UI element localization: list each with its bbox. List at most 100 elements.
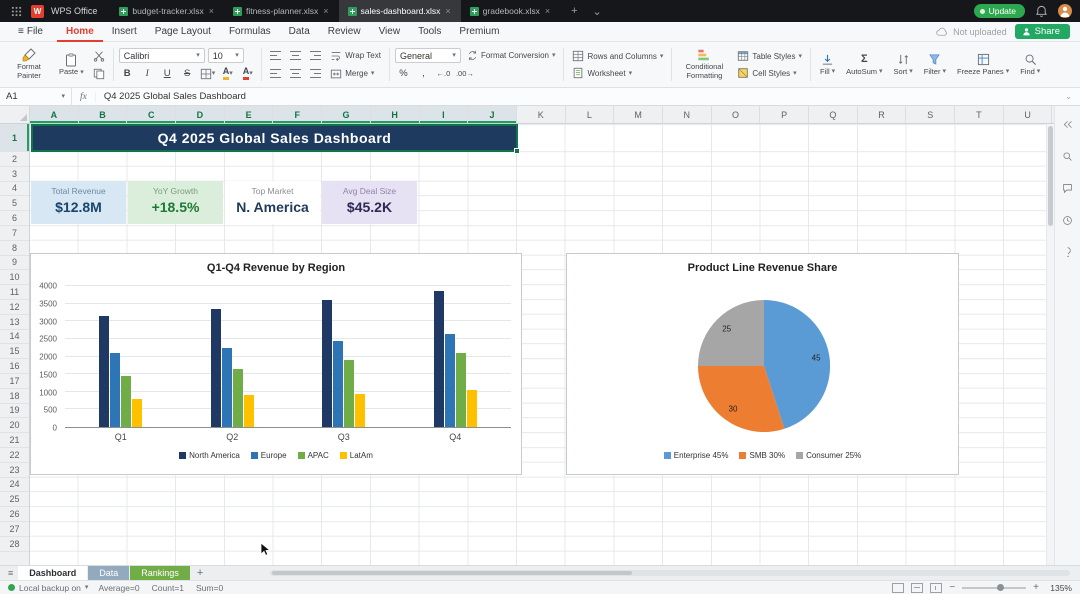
copy-button[interactable] <box>91 66 108 81</box>
notifications-bell-icon[interactable] <box>1035 5 1048 18</box>
font-color-button[interactable]: A▾ <box>239 66 256 81</box>
row-header-17[interactable]: 17 <box>0 374 29 389</box>
formula-input[interactable]: Q4 2025 Global Sales Dashboard <box>96 91 1057 102</box>
row-header-20[interactable]: 20 <box>0 418 29 433</box>
align-top-button[interactable] <box>267 48 284 63</box>
sheet-tab-dashboard[interactable]: Dashboard <box>18 566 87 580</box>
cell-styles-button[interactable]: Cell Styles ▾ <box>734 66 805 80</box>
menu-tab-home[interactable]: Home <box>57 22 103 42</box>
row-header-9[interactable]: 9 <box>0 256 29 271</box>
row-header-12[interactable]: 12 <box>0 300 29 315</box>
bar-latam[interactable] <box>132 399 142 427</box>
zoom-in-button[interactable]: + <box>1033 583 1039 593</box>
collapse-panel-icon[interactable] <box>1060 116 1076 132</box>
tab-list-dropdown-icon[interactable]: ⌄ <box>589 5 606 18</box>
strikethrough-button[interactable]: S <box>179 66 196 81</box>
name-box[interactable]: A1 ▾ <box>0 88 72 106</box>
increase-decimal-button[interactable]: .00→ <box>455 66 475 81</box>
column-header-N[interactable]: N <box>663 106 712 123</box>
column-header-R[interactable]: R <box>858 106 907 123</box>
update-button[interactable]: Update <box>974 4 1025 18</box>
kpi-card[interactable]: Avg Deal Size$45.2K <box>322 181 417 224</box>
bar-north-america[interactable] <box>211 309 221 427</box>
column-header-U[interactable]: U <box>1004 106 1053 123</box>
underline-button[interactable]: U <box>159 66 176 81</box>
column-header-H[interactable]: H <box>371 106 420 123</box>
find-button[interactable]: Find▾ <box>1016 52 1044 77</box>
vertical-scrollbar[interactable] <box>1046 124 1054 565</box>
close-tab-icon[interactable]: × <box>544 7 551 16</box>
app-launcher-grid-icon[interactable] <box>8 3 24 19</box>
rows-and-columns-button[interactable]: Rows and Columns ▾ <box>569 49 666 63</box>
bar-north-america[interactable] <box>322 300 332 427</box>
menu-tab-view[interactable]: View <box>370 22 410 42</box>
column-header-T[interactable]: T <box>955 106 1004 123</box>
row-header-5[interactable]: 5 <box>0 196 29 211</box>
number-format-select[interactable]: General▾ <box>395 48 461 63</box>
merge-button[interactable]: Merge ▾ <box>327 67 377 81</box>
zoom-out-button[interactable]: − <box>949 583 955 593</box>
document-tab[interactable]: sales-dashboard.xlsx× <box>339 0 461 22</box>
column-header-A[interactable]: A <box>30 106 79 123</box>
font-name-select[interactable]: Calibri▾ <box>119 48 205 63</box>
freeze-panes-button[interactable]: Freeze Panes▾ <box>953 52 1013 77</box>
bar-europe[interactable] <box>333 341 343 427</box>
column-header-E[interactable]: E <box>225 106 274 123</box>
bar-europe[interactable] <box>222 348 232 427</box>
column-header-S[interactable]: S <box>906 106 955 123</box>
zoom-slider[interactable] <box>962 587 1026 589</box>
row-header-24[interactable]: 24 <box>0 478 29 493</box>
column-header-J[interactable]: J <box>468 106 517 123</box>
horizontal-scrollbar[interactable] <box>270 570 1070 576</box>
row-header-4[interactable]: 4 <box>0 182 29 197</box>
menu-tab-premium[interactable]: Premium <box>450 22 508 42</box>
share-button[interactable]: Share <box>1015 24 1070 39</box>
menu-tab-review[interactable]: Review <box>319 22 370 42</box>
sheet-tab-data[interactable]: Data <box>88 566 129 580</box>
normal-view-icon[interactable] <box>892 583 904 593</box>
font-size-select[interactable]: 10▾ <box>208 48 244 63</box>
column-header-Q[interactable]: Q <box>809 106 858 123</box>
fx-button[interactable]: fx <box>72 92 96 102</box>
menu-tab-data[interactable]: Data <box>280 22 319 42</box>
wrap-text-button[interactable]: Wrap Text <box>327 49 384 63</box>
cut-button[interactable] <box>91 48 108 63</box>
bar-europe[interactable] <box>110 353 120 427</box>
autosum-button[interactable]: Σ AutoSum▾ <box>842 52 886 77</box>
document-tab[interactable]: fitness-planner.xlsx× <box>224 0 339 22</box>
row-header-13[interactable]: 13 <box>0 315 29 330</box>
comma-style-button[interactable]: , <box>415 66 432 81</box>
horizontal-scrollbar-thumb[interactable] <box>272 571 632 575</box>
page-layout-view-icon[interactable] <box>911 583 923 593</box>
search-panel-icon[interactable] <box>1060 148 1076 164</box>
bar-latam[interactable] <box>467 390 477 427</box>
row-header-2[interactable]: 2 <box>0 152 29 167</box>
align-bottom-button[interactable] <box>307 48 324 63</box>
row-header-18[interactable]: 18 <box>0 389 29 404</box>
column-header-B[interactable]: B <box>79 106 128 123</box>
vertical-scrollbar-thumb[interactable] <box>1048 126 1053 226</box>
borders-button[interactable]: ▾ <box>199 66 217 81</box>
kpi-card[interactable]: Top MarketN. America <box>225 181 320 224</box>
sheet-list-icon[interactable]: ≡ <box>4 566 17 580</box>
fill-button[interactable]: Fill▾ <box>816 52 839 77</box>
help-panel-icon[interactable] <box>1060 244 1076 260</box>
select-all-corner[interactable] <box>0 106 30 123</box>
table-styles-button[interactable]: Table Styles ▾ <box>734 49 805 63</box>
paste-button[interactable]: Paste▾ <box>55 52 88 78</box>
cells-area[interactable]: Q4 2025 Global Sales Dashboard Total Rev… <box>30 124 1054 565</box>
bar-apac[interactable] <box>456 353 466 427</box>
selection-fill-handle[interactable] <box>514 148 520 154</box>
fill-color-button[interactable]: A▾ <box>219 66 236 81</box>
column-header-M[interactable]: M <box>614 106 663 123</box>
row-header-16[interactable]: 16 <box>0 359 29 374</box>
row-header-8[interactable]: 8 <box>0 241 29 256</box>
column-header-L[interactable]: L <box>566 106 615 123</box>
kpi-card[interactable]: Total Revenue$12.8M <box>31 181 126 224</box>
filter-button[interactable]: Filter▾ <box>920 52 950 77</box>
file-menu[interactable]: ≡ File <box>10 26 51 37</box>
row-header-11[interactable]: 11 <box>0 285 29 300</box>
bar-north-america[interactable] <box>434 291 444 427</box>
decrease-decimal-button[interactable]: ←.0 <box>435 66 452 81</box>
dashboard-title-cell[interactable]: Q4 2025 Global Sales Dashboard <box>31 124 518 152</box>
